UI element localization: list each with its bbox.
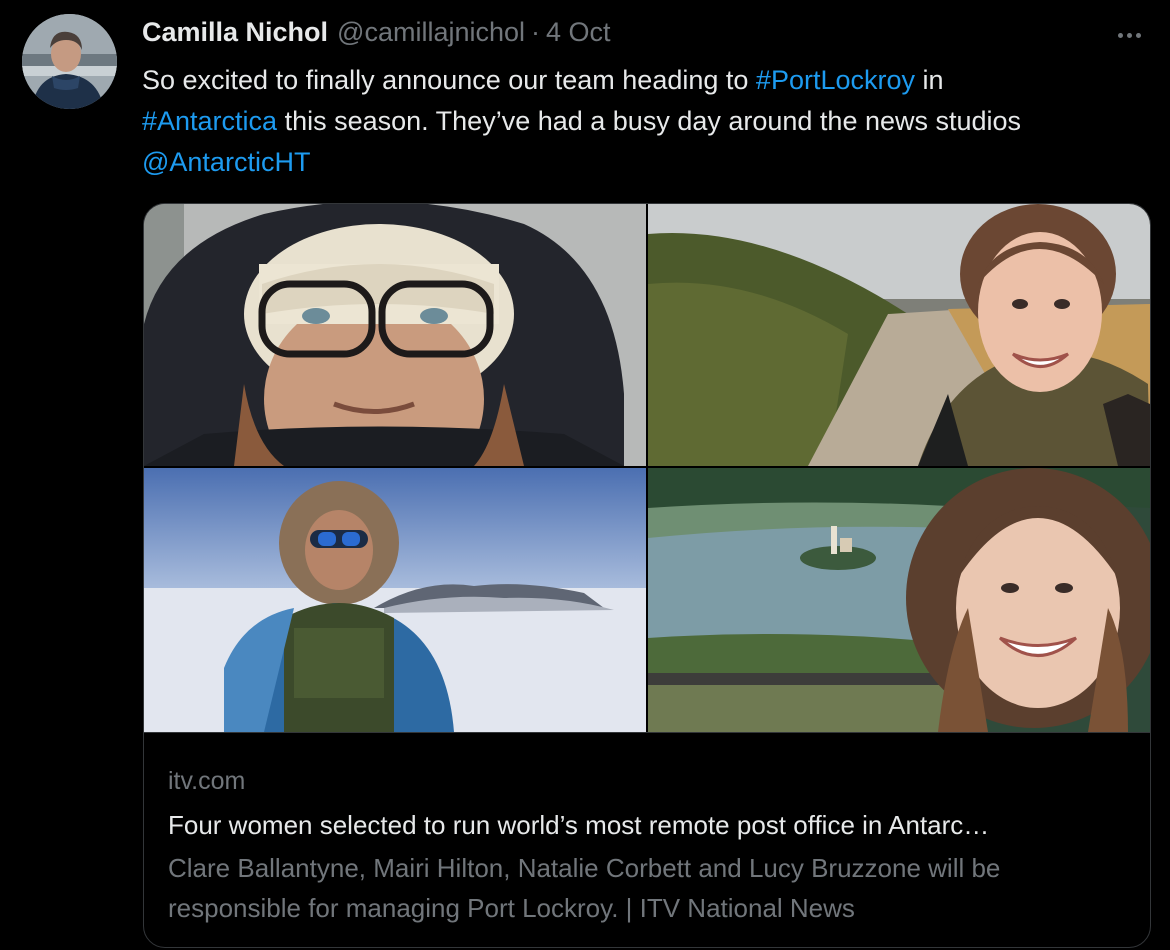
card-domain: itv.com	[168, 767, 246, 795]
tweet-text: So excited to finally announce our team …	[142, 60, 1142, 183]
tweet-date[interactable]: 4 Oct	[546, 17, 611, 48]
hashtag-portlockroy[interactable]: #PortLockroy	[756, 65, 915, 95]
card-title: Four women selected to run world’s most …	[168, 810, 990, 840]
tweet-text-part: So excited to finally announce our team …	[142, 65, 756, 95]
hashtag-antarctica[interactable]: #Antarctica	[142, 106, 277, 136]
more-horizontal-icon[interactable]	[1112, 20, 1146, 50]
author-name[interactable]: Camilla Nichol	[142, 17, 328, 48]
tweet-text-part: in	[915, 65, 944, 95]
tweet-text-part: this season. They’ve had a busy day arou…	[277, 106, 1022, 136]
card-description: Clare Ballantyne, Mairi Hilton, Natalie …	[168, 853, 1001, 923]
photo-woman-country-road[interactable]	[648, 204, 1150, 466]
photo-woman-snow-parka[interactable]	[144, 468, 646, 732]
photo-woman-lake-bled[interactable]	[648, 468, 1150, 732]
mention-antarcticht[interactable]: @AntarcticHT	[142, 147, 310, 177]
tweet[interactable]: Camilla Nichol @camillajnichol · 4 Oct S…	[0, 0, 1170, 950]
card-image-grid[interactable]	[144, 204, 1150, 732]
separator: ·	[531, 17, 541, 47]
avatar[interactable]	[22, 14, 117, 109]
link-card[interactable]: itv.com Four women selected to run world…	[143, 203, 1151, 948]
author-handle[interactable]: @camillajnichol	[337, 17, 525, 48]
card-info[interactable]: itv.com Four women selected to run world…	[144, 732, 1150, 928]
photo-hooded-woman-glasses[interactable]	[144, 204, 646, 466]
tweet-header: Camilla Nichol @camillajnichol · 4 Oct	[142, 17, 611, 53]
